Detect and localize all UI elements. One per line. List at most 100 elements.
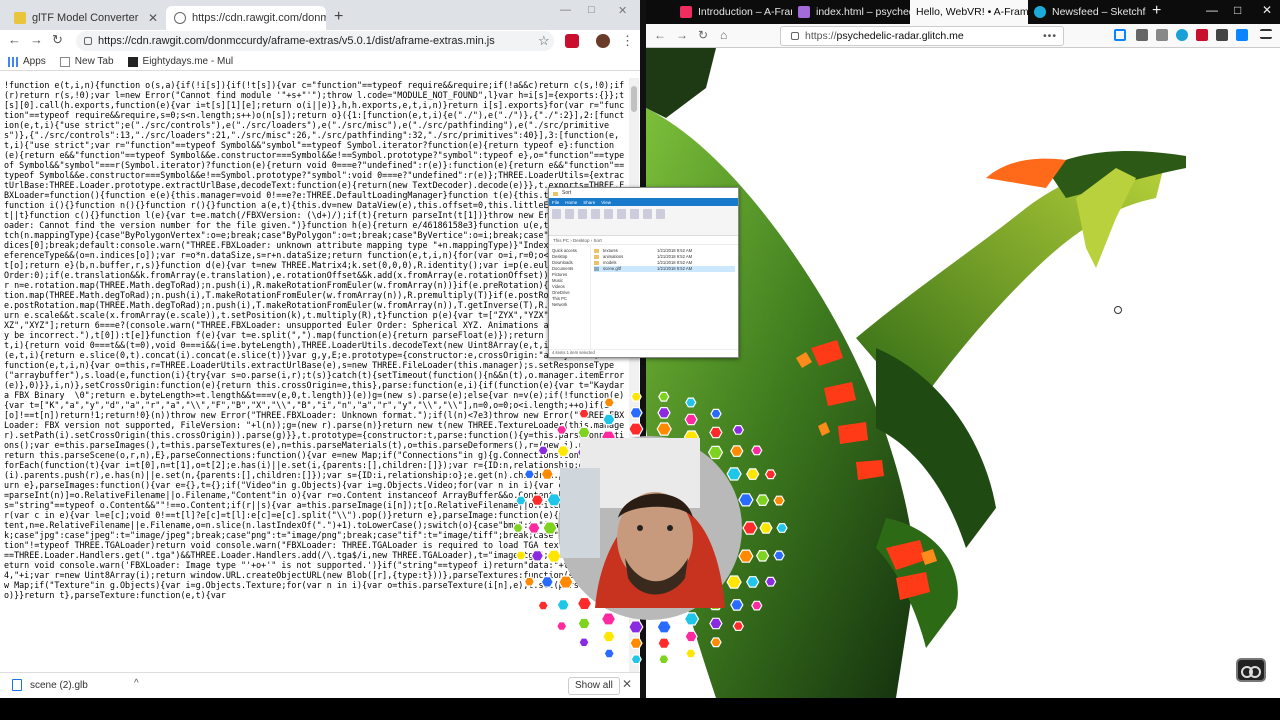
globe-icon: [174, 12, 186, 24]
hexagon-tile: [751, 600, 763, 611]
hexagon-tile: [540, 468, 554, 480]
hexagon-tile: [776, 523, 788, 533]
new-folder-icon[interactable]: [630, 209, 639, 219]
bookmark-apps[interactable]: Apps: [8, 56, 46, 67]
address-bar[interactable]: https://psychedelic-radar.glitch.me •••: [780, 26, 1064, 46]
tab-title: glTF Model Converter: [32, 12, 139, 24]
tab-title: Hello, WebVR! • A-Frame: [916, 6, 1028, 18]
close-icon[interactable]: ✕: [622, 677, 632, 691]
ribbon-tab[interactable]: Share: [583, 200, 595, 205]
close-icon[interactable]: ✕: [148, 11, 158, 25]
forward-button[interactable]: →: [30, 32, 43, 47]
properties-icon[interactable]: [643, 209, 652, 219]
new-tab-button[interactable]: +: [334, 8, 343, 26]
firefox-tab-hello-webvr[interactable]: Hello, WebVR! • A-Frame ✕: [910, 0, 1028, 24]
hexagon-tile: [577, 617, 591, 630]
reload-button[interactable]: ↻: [698, 28, 708, 42]
extension-icon[interactable]: [1176, 29, 1188, 41]
explorer-status-bar: 4 items 1 item selected: [549, 349, 738, 357]
chrome-tab-gltf-converter[interactable]: glTF Model Converter ✕: [6, 6, 166, 30]
copy-icon[interactable]: [565, 209, 574, 219]
select-icon[interactable]: [656, 209, 665, 219]
bookmark-star-icon[interactable]: ☆: [538, 33, 552, 48]
hexagon-tile: [746, 576, 760, 588]
hexagon-tile: [603, 397, 615, 408]
sidebar-icon[interactable]: [1156, 29, 1168, 41]
hexagon-tile: [602, 413, 616, 426]
menu-button[interactable]: ⋮: [621, 33, 634, 49]
show-all-button[interactable]: Show all: [568, 677, 620, 695]
hexagon-tile: [537, 445, 549, 456]
library-icon[interactable]: [1136, 29, 1148, 41]
chevron-up-icon[interactable]: ^: [134, 678, 139, 689]
ublock-extension-icon[interactable]: [565, 34, 579, 48]
lock-icon: [84, 37, 92, 45]
move-icon[interactable]: [591, 209, 600, 219]
hexagon-tile: [540, 576, 554, 588]
back-button[interactable]: ←: [8, 32, 21, 47]
ribbon-tab[interactable]: View: [601, 200, 611, 205]
firefox-tab-aframe-intro[interactable]: Introduction – A-Fram ✕: [674, 0, 792, 24]
hexagon-tile: [576, 596, 593, 611]
hexagon-tile: [628, 422, 644, 436]
firefox-tab-sketchfab[interactable]: Newsfeed – Sketchfab ✕: [1028, 0, 1146, 24]
nav-item[interactable]: Network: [552, 302, 587, 308]
enter-vr-button[interactable]: [1236, 658, 1266, 682]
file-icon: [594, 267, 599, 271]
page-actions-button[interactable]: •••: [1043, 30, 1063, 42]
maximize-button[interactable]: □: [1234, 3, 1241, 17]
home-button[interactable]: ⌂: [720, 28, 727, 42]
hexagon-tile: [578, 637, 590, 648]
close-window-button[interactable]: ✕: [1262, 3, 1272, 17]
hamburger-menu-icon[interactable]: [1260, 29, 1272, 39]
hexagon-tile: [630, 654, 642, 665]
ribbon-tab[interactable]: File: [552, 200, 559, 205]
hexagon-tile: [558, 575, 574, 589]
new-tab-button[interactable]: +: [1152, 2, 1161, 20]
hexagon-tile: [738, 493, 754, 507]
address-bar[interactable]: https://cdn.rawgit.com/donmccurdy/aframe…: [76, 31, 554, 51]
paste-icon[interactable]: [578, 209, 587, 219]
forward-button[interactable]: →: [676, 28, 688, 42]
extension-icon[interactable]: [1236, 29, 1248, 41]
minimize-button[interactable]: —: [560, 4, 571, 16]
tab-title: Newsfeed – Sketchfab: [1052, 6, 1146, 18]
bookmark-new-tab[interactable]: New Tab: [59, 56, 114, 67]
ublock-extension-icon[interactable]: [1196, 29, 1208, 41]
list-item[interactable]: scene.gltf 1/21/2018 9:52 AM: [594, 266, 735, 272]
delete-icon[interactable]: [604, 209, 613, 219]
explorer-nav-pane: Quick access Desktop Downloads Documents…: [549, 245, 591, 349]
pin-icon[interactable]: [552, 209, 561, 219]
hexagon-tile: [602, 630, 616, 643]
download-icon[interactable]: [1114, 29, 1126, 41]
firefox-tab-index-html[interactable]: index.html – psychedel ✕: [792, 0, 910, 24]
desktop: glTF Model Converter ✕ https://cdn.rawgi…: [0, 0, 1280, 720]
minimize-button[interactable]: —: [1206, 3, 1218, 17]
maximize-button[interactable]: □: [588, 4, 595, 16]
hexagon-tile: [656, 620, 672, 634]
chrome-tab-rawgit[interactable]: https://cdn.rawgit.com/donmccurdy ✕: [166, 6, 326, 30]
explorer-address-bar[interactable]: This PC › Desktop › Sort: [549, 236, 738, 245]
hexagon-tile: [546, 549, 562, 563]
hexagon-tile: [527, 522, 541, 534]
close-window-button[interactable]: ✕: [618, 4, 627, 17]
extension-icon[interactable]: [1216, 29, 1228, 41]
hexagon-tile: [628, 620, 644, 634]
hexagon-tile: [658, 391, 670, 402]
ribbon-tab[interactable]: Home: [565, 200, 577, 205]
hexagon-tile: [684, 630, 698, 643]
profile-avatar[interactable]: [596, 34, 610, 48]
sketchfab-favicon-icon: [1034, 6, 1046, 18]
hexagon-tile: [738, 549, 754, 563]
hexagon-tile: [709, 426, 723, 439]
hexagon-tile: [556, 621, 568, 631]
lock-icon: [791, 32, 799, 40]
scrollbar-thumb[interactable]: [631, 86, 637, 112]
rename-icon[interactable]: [617, 209, 626, 219]
reload-button[interactable]: ↻: [52, 32, 63, 48]
download-item[interactable]: scene (2).glb: [12, 679, 88, 691]
hexagon-tile: [732, 424, 744, 435]
folder-icon: [553, 191, 558, 196]
bookmark-eightydays[interactable]: Eightydays.me - Mul: [127, 56, 233, 67]
back-button[interactable]: ←: [654, 28, 666, 42]
